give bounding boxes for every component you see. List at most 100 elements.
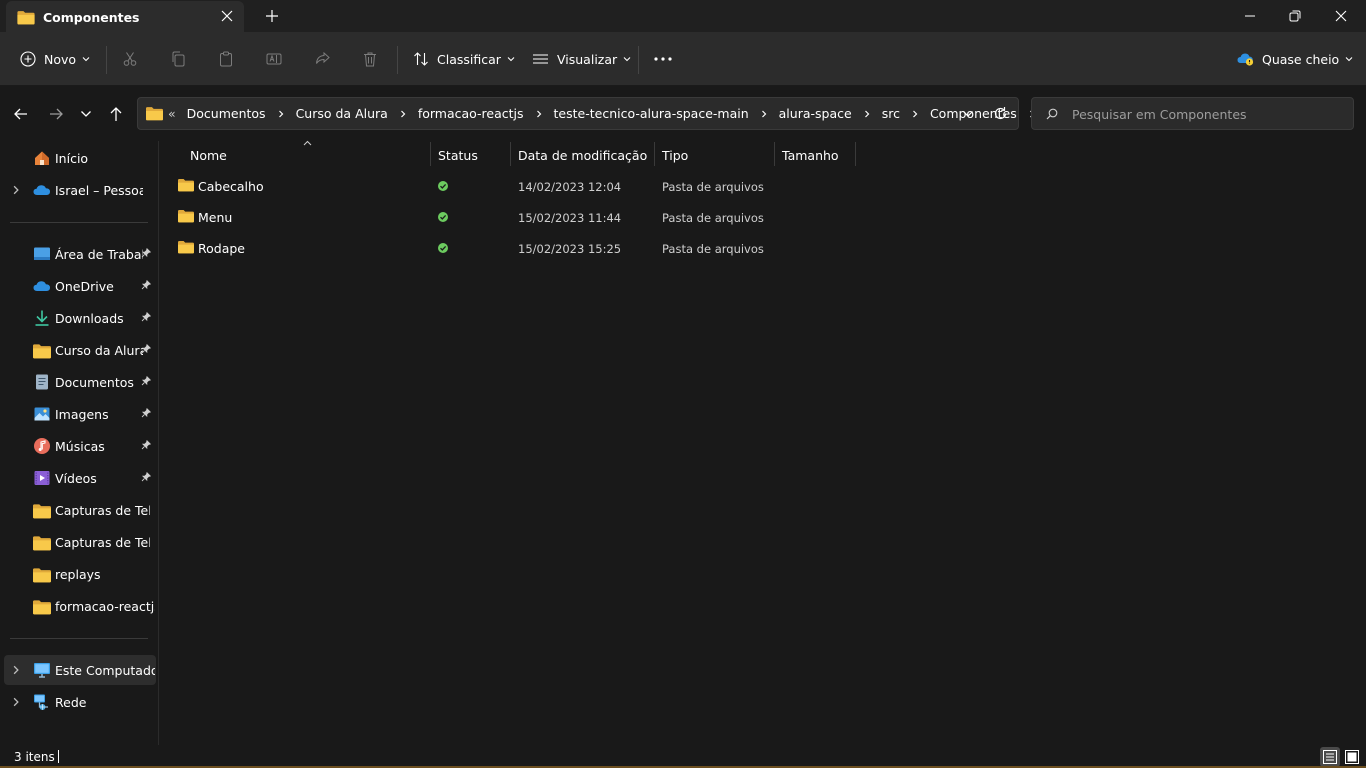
synced-check-icon (437, 180, 449, 192)
chevron-right-icon[interactable] (11, 665, 21, 675)
divider (10, 222, 148, 223)
sidebar-item-replays[interactable]: replays (4, 559, 156, 589)
column-header-date-modified[interactable]: Data de modificação (511, 144, 654, 168)
view-button[interactable]: Visualizar (532, 32, 631, 86)
sidebar-item-downloads[interactable]: Downloads (4, 303, 156, 333)
computer-icon (34, 663, 50, 678)
column-header-status[interactable]: Status (431, 144, 510, 168)
sidebar-item-musicas[interactable]: Músicas (4, 431, 156, 461)
address-row: « Documentos Curso da Alura formacao-rea… (0, 86, 1366, 141)
sidebar-item-este-computador[interactable]: Este Computador (4, 655, 156, 685)
sidebar-item-area-de-trabalho[interactable]: Área de Trabalho (4, 239, 156, 269)
chevron-right-icon[interactable] (11, 185, 21, 195)
chevron-down-icon (1345, 55, 1353, 63)
sidebar-item-inicio[interactable]: Início (4, 143, 156, 173)
more-icon[interactable] (654, 56, 672, 62)
folder-icon (33, 533, 51, 551)
restore-icon[interactable] (1287, 8, 1303, 24)
pin-icon (141, 376, 151, 386)
chevron-right-icon[interactable] (277, 110, 285, 118)
paste-icon[interactable] (218, 51, 234, 67)
up-arrow-icon[interactable] (107, 105, 125, 123)
command-bar: Novo Classificar Visualizar Quase cheio (0, 32, 1366, 86)
file-name: Rodape (198, 241, 245, 256)
tab-componentes[interactable]: Componentes (6, 1, 244, 32)
copy-icon[interactable] (170, 51, 186, 67)
sidebar-item-label: Este Computador (55, 663, 155, 678)
sidebar-item-rede[interactable]: Rede (4, 687, 156, 717)
pin-icon (141, 440, 151, 450)
folder-icon (33, 565, 51, 583)
file-name: Cabecalho (198, 179, 264, 194)
pane-splitter[interactable] (158, 141, 159, 745)
refresh-icon[interactable] (993, 106, 1008, 121)
breadcrumb-overflow[interactable]: « (168, 106, 176, 121)
sidebar-item-videos[interactable]: Vídeos (4, 463, 156, 493)
chevron-right-icon[interactable] (911, 110, 919, 118)
sidebar-item-curso-da-alura[interactable]: Curso da Alura (4, 335, 156, 365)
sidebar-item-capturas-de-tela-2[interactable]: Capturas de Tela (4, 527, 156, 557)
breadcrumb-curso-da-alura[interactable]: Curso da Alura (294, 106, 390, 121)
chevron-right-icon[interactable] (760, 110, 768, 118)
folder-icon (178, 209, 194, 223)
back-arrow-icon[interactable] (12, 105, 30, 123)
forward-arrow-icon[interactable] (47, 105, 65, 123)
chevron-right-icon[interactable] (863, 110, 871, 118)
column-header-label: Data de modificação (518, 148, 648, 163)
plus-icon[interactable] (264, 8, 280, 24)
breadcrumb-documentos[interactable]: Documentos (185, 106, 268, 121)
delete-icon[interactable] (362, 51, 378, 67)
rename-icon[interactable] (266, 51, 282, 67)
sidebar-item-israel-pessoal[interactable]: Israel – Pessoal (4, 175, 156, 205)
details-view-button[interactable] (1320, 747, 1340, 767)
breadcrumb-src[interactable]: src (880, 106, 902, 121)
sort-button[interactable]: Classificar (413, 32, 515, 86)
chevron-right-icon[interactable] (399, 110, 407, 118)
recent-locations-icon[interactable] (80, 109, 92, 119)
search-input[interactable]: Pesquisar em Componentes (1031, 97, 1354, 130)
column-divider[interactable] (855, 142, 856, 166)
file-row-cabecalho[interactable]: Cabecalho 14/02/2023 12:04 Pasta de arqu… (172, 172, 772, 200)
sidebar-item-onedrive[interactable]: OneDrive (4, 271, 156, 301)
breadcrumb-formacao-reactjs[interactable]: formacao-reactjs (416, 106, 526, 121)
sidebar-item-label: Capturas de Tela (55, 535, 150, 550)
pin-icon (141, 248, 151, 258)
folder-icon (33, 341, 51, 359)
large-icons-view-button[interactable] (1342, 747, 1362, 767)
minimize-icon[interactable] (1242, 8, 1258, 24)
folder-icon (146, 106, 163, 121)
new-button[interactable]: Novo (20, 32, 90, 86)
breadcrumb-teste-tecnico[interactable]: teste-tecnico-alura-space-main (552, 106, 751, 121)
sidebar-item-capturas-de-tela[interactable]: Capturas de Tela (4, 495, 156, 525)
pin-icon (141, 408, 151, 418)
file-row-menu[interactable]: Menu 15/02/2023 11:44 Pasta de arquivos (172, 203, 772, 231)
close-icon[interactable] (220, 9, 234, 23)
item-count: 3 itens (14, 750, 55, 764)
file-row-rodape[interactable]: Rodape 15/02/2023 15:25 Pasta de arquivo… (172, 234, 772, 262)
sidebar-item-imagens[interactable]: Imagens (4, 399, 156, 429)
share-icon[interactable] (314, 51, 330, 67)
divider (106, 46, 107, 74)
sidebar-item-label: OneDrive (55, 279, 114, 294)
sidebar-item-documentos[interactable]: Documentos (4, 367, 156, 397)
column-header-type[interactable]: Tipo (655, 144, 774, 168)
large-icons-view-icon (1345, 750, 1359, 764)
cut-icon[interactable] (122, 51, 138, 67)
videos-icon (34, 471, 50, 485)
music-icon (34, 438, 50, 454)
storage-status-button[interactable]: Quase cheio (1237, 32, 1353, 86)
close-window-icon[interactable] (1333, 8, 1349, 24)
chevron-right-icon[interactable] (11, 697, 21, 707)
onedrive-cloud-icon (33, 281, 50, 291)
column-header-size[interactable]: Tamanho (775, 144, 855, 168)
sidebar-item-formacao-reactjs[interactable]: formacao-reactjs (4, 591, 156, 621)
sort-icon (414, 52, 428, 66)
status-divider (58, 750, 59, 763)
column-header-name[interactable]: Nome (172, 144, 430, 168)
breadcrumb-alura-space[interactable]: alura-space (777, 106, 854, 121)
address-history-chevron-icon[interactable] (962, 109, 974, 119)
address-bar[interactable]: « Documentos Curso da Alura formacao-rea… (137, 97, 1019, 130)
chevron-right-icon[interactable] (535, 110, 543, 118)
file-date: 15/02/2023 15:25 (518, 242, 622, 256)
sidebar-item-label: Área de Trabalho (55, 247, 143, 262)
